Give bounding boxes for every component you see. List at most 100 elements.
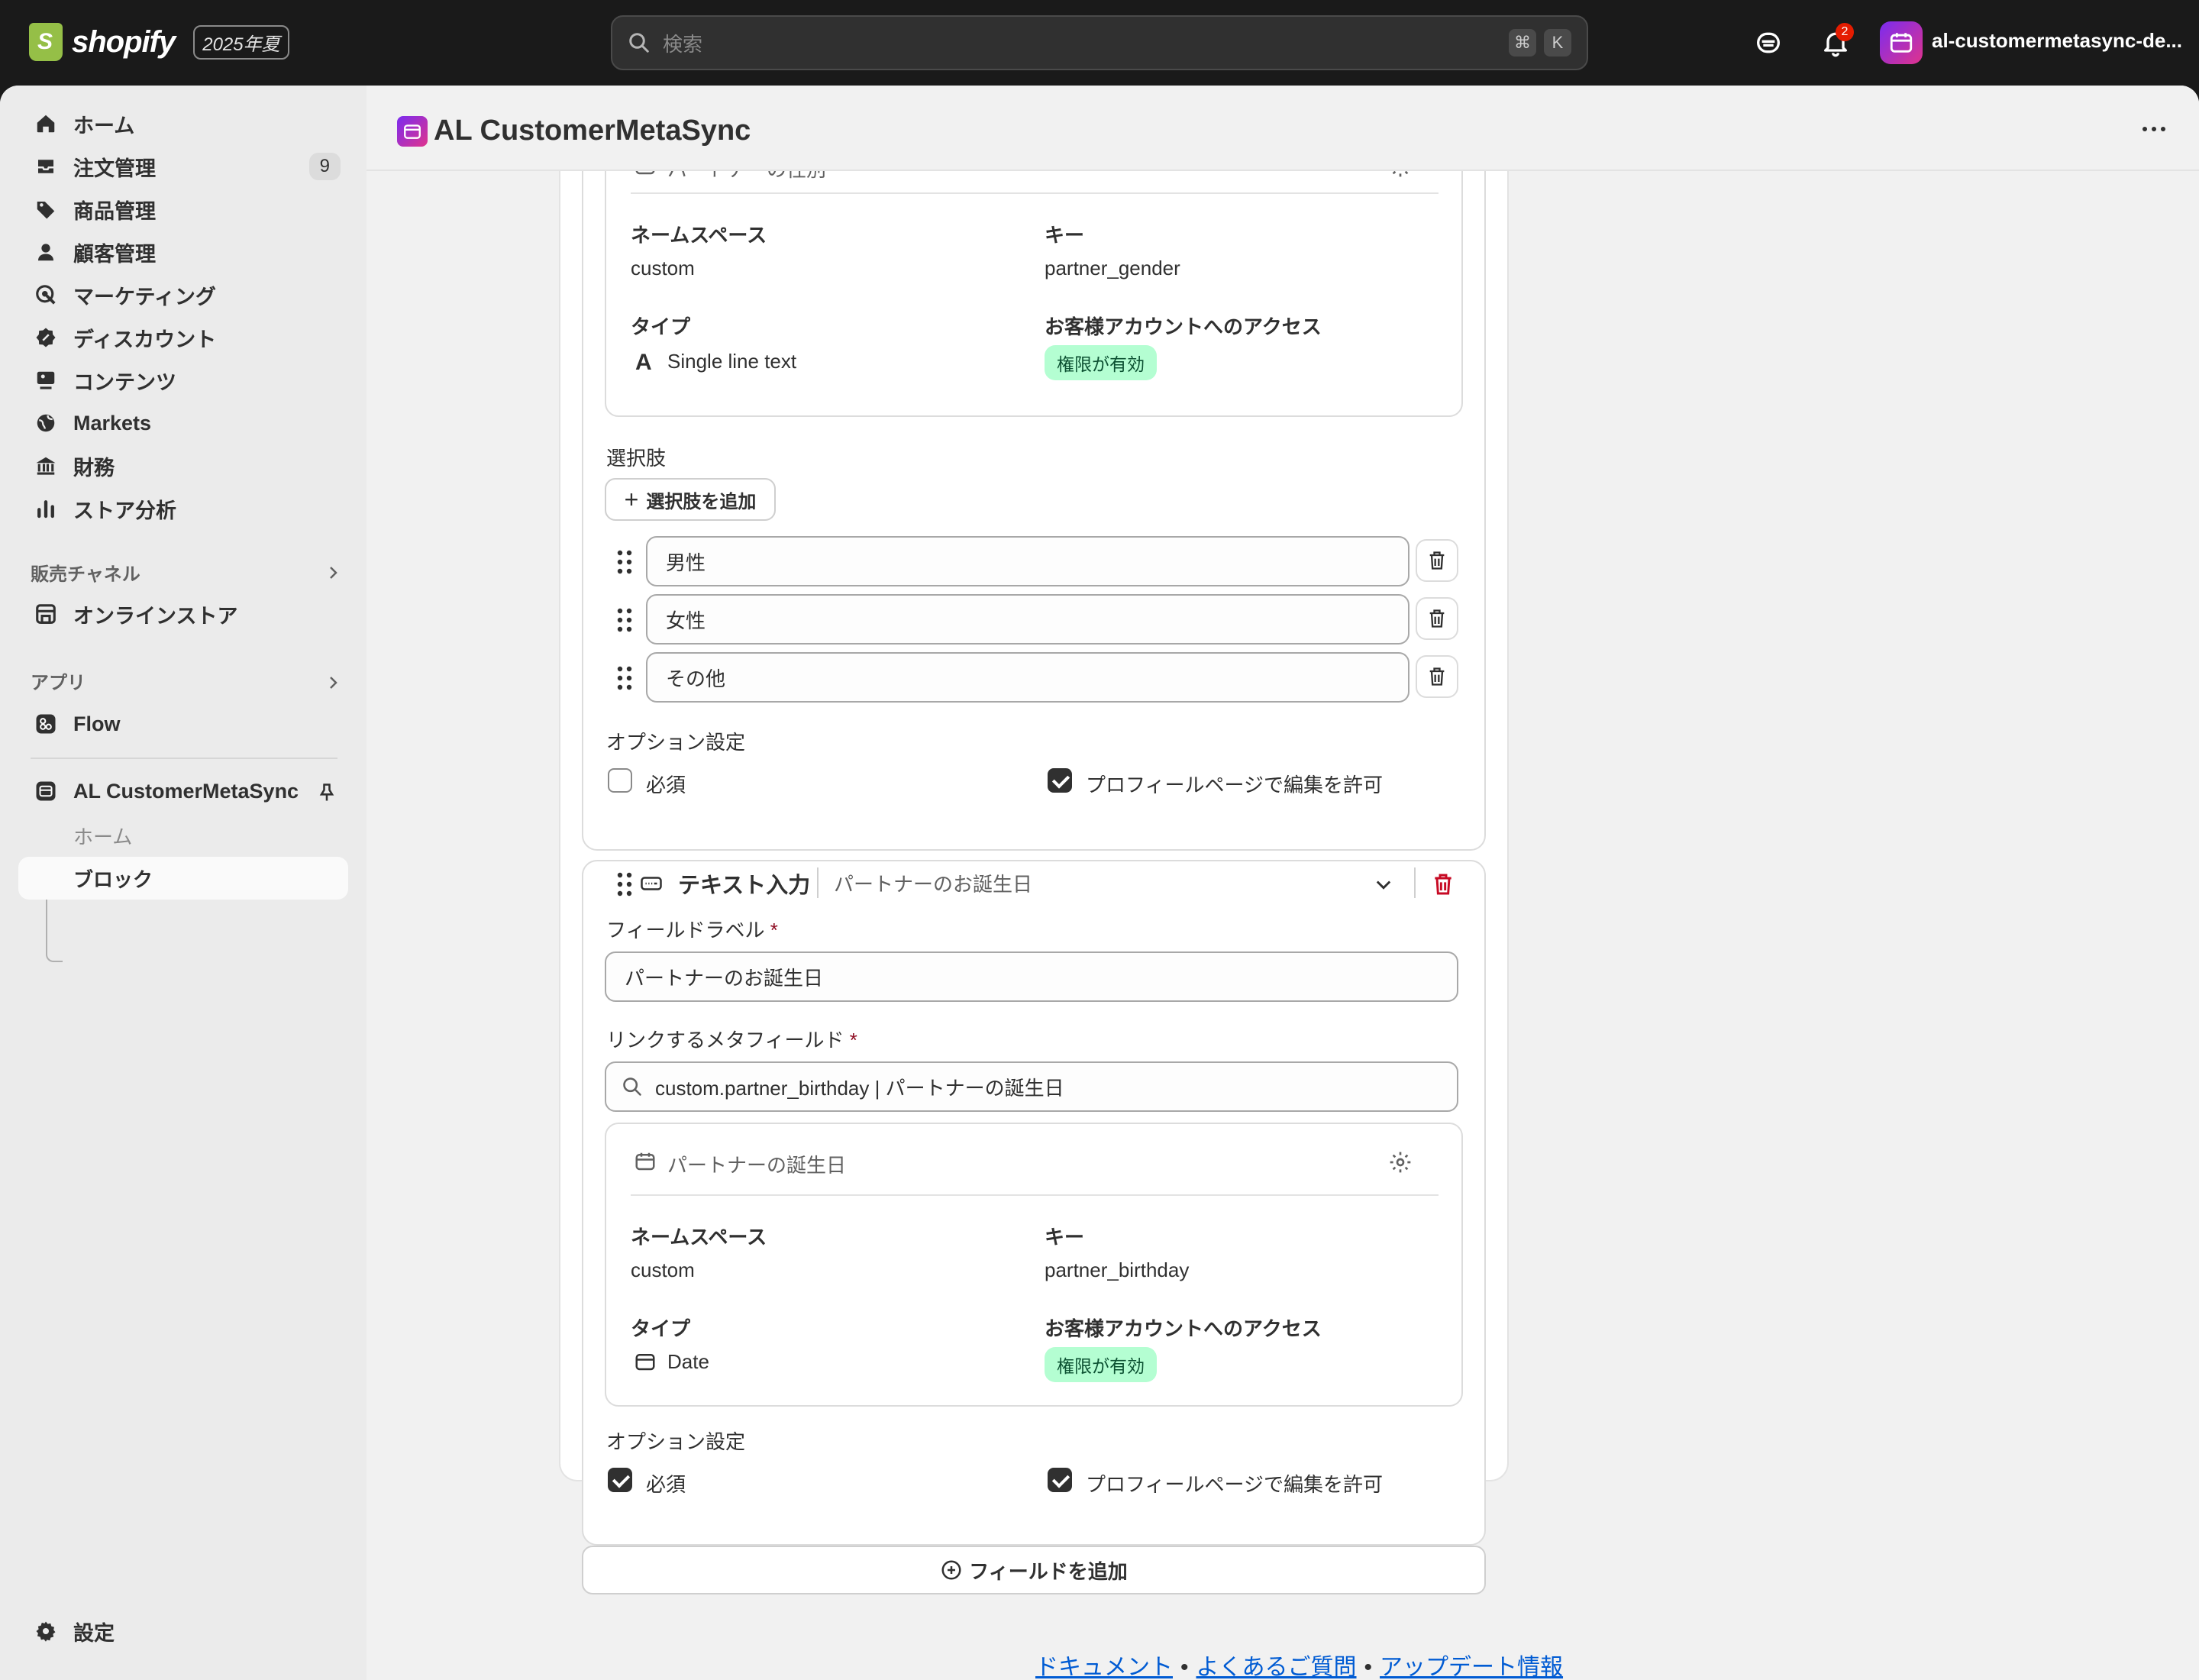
- sidebar-item-label: 注文管理: [73, 157, 156, 180]
- store-avatar[interactable]: [1880, 21, 1923, 64]
- delete-choice-button[interactable]: [1416, 655, 1458, 698]
- drag-handle-icon[interactable]: [615, 871, 634, 898]
- key-value: partner_birthday: [1045, 1258, 1190, 1281]
- metafield-search-input[interactable]: custom.partner_birthday | パートナーの誕生日: [605, 1061, 1458, 1112]
- sidebar-item-al-customermetasync[interactable]: AL CustomerMetaSync: [18, 771, 347, 811]
- sidebar-subitem-blocks[interactable]: ブロック: [73, 864, 153, 893]
- search-icon: [629, 33, 649, 53]
- footer-links: ドキュメント • よくあるご質問 • アップデート情報: [1035, 1648, 1563, 1680]
- sidebar-item-online-store[interactable]: オンラインストア: [18, 594, 347, 634]
- type-value: Single line text: [667, 350, 797, 373]
- namespace-label: ネームスペース: [631, 224, 767, 247]
- faq-link[interactable]: よくあるご質問: [1196, 1655, 1357, 1680]
- gear-icon[interactable]: [1388, 1150, 1413, 1174]
- options-label: オプション設定: [606, 1430, 746, 1453]
- search-placeholder: 検索: [663, 32, 703, 56]
- edition-badge: 2025年夏: [193, 24, 289, 60]
- title-divider: [817, 867, 819, 898]
- pin-icon[interactable]: [316, 782, 337, 803]
- bullet-separator: •: [1364, 1655, 1373, 1680]
- sidebar-item-label: 顧客管理: [73, 242, 156, 266]
- add-field-button[interactable]: フィールドを追加: [582, 1546, 1486, 1594]
- sidebar-item-label: Flow: [73, 712, 121, 735]
- drag-handle-icon[interactable]: [615, 606, 634, 634]
- drag-handle-icon[interactable]: [615, 664, 634, 692]
- page-title: AL CustomerMetaSync: [434, 115, 751, 147]
- namespace-label: ネームスペース: [631, 1226, 767, 1249]
- shortcut-k-key: K: [1544, 29, 1571, 57]
- block-subtitle: パートナーのお誕生日: [834, 873, 1033, 896]
- bank-icon: [34, 454, 58, 478]
- sidebar-item-settings[interactable]: 設定: [18, 1611, 347, 1651]
- add-choice-button[interactable]: + 選択肢を追加: [605, 478, 776, 521]
- search-icon: [623, 1077, 641, 1096]
- delete-choice-button[interactable]: [1416, 597, 1458, 640]
- sidebar-item-label: 財務: [73, 456, 115, 480]
- chevron-right-icon[interactable]: [324, 564, 342, 582]
- choice-input-2[interactable]: 女性: [646, 594, 1409, 645]
- sidebar-item-content[interactable]: コンテンツ: [18, 360, 347, 400]
- sidebar-item-customers[interactable]: 顧客管理: [18, 232, 347, 272]
- shortcut-cmd-key: ⌘: [1509, 29, 1536, 57]
- metafield-search-value: custom.partner_birthday | パートナーの誕生日: [655, 1076, 1064, 1100]
- sidebar-item-discounts[interactable]: ディスカウント: [18, 318, 347, 357]
- app-icon: [397, 116, 428, 147]
- shopify-logo[interactable]: shopify 2025年夏: [29, 23, 289, 61]
- trash-icon: [1429, 609, 1445, 628]
- access-label: お客様アカウントへのアクセス: [1045, 315, 1322, 338]
- sidebar-item-flow[interactable]: Flow: [18, 704, 347, 744]
- namespace-value: custom: [631, 1258, 695, 1281]
- sidebar-item-finance[interactable]: 財務: [18, 446, 347, 486]
- global-search[interactable]: 検索 ⌘ K: [611, 15, 1588, 70]
- sidebar-item-orders[interactable]: 注文管理 9: [18, 147, 347, 186]
- access-status-badge: 権限が有効: [1045, 1347, 1157, 1382]
- metafield-title: パートナーの誕生日: [667, 1154, 847, 1177]
- sidebar-subitem-home[interactable]: ホーム: [73, 822, 132, 850]
- type-value: Date: [667, 1350, 709, 1373]
- trash-icon[interactable]: [1431, 872, 1455, 897]
- header-divider: [1414, 867, 1416, 898]
- bullet-separator: •: [1180, 1655, 1189, 1680]
- sidebar-subitem-selected-bg: [18, 857, 348, 900]
- updates-link[interactable]: アップデート情報: [1380, 1655, 1563, 1680]
- top-bar: shopify 2025年夏 検索 ⌘ K 2 al-customermetas…: [0, 0, 2199, 86]
- sidebar-item-marketing[interactable]: マーケティング: [18, 275, 347, 315]
- docs-link[interactable]: ドキュメント: [1035, 1655, 1173, 1680]
- store-name[interactable]: al-customermetasync-de...: [1932, 29, 2182, 53]
- access-status-badge: 権限が有効: [1045, 345, 1157, 380]
- required-checkbox[interactable]: [608, 768, 632, 793]
- chevron-down-icon[interactable]: [1373, 874, 1394, 895]
- sidebar-item-label: Markets: [73, 411, 152, 435]
- sidebar-item-home[interactable]: ホーム: [18, 104, 347, 144]
- sidebar-item-markets[interactable]: Markets: [18, 403, 347, 443]
- shopify-bag-icon: [29, 23, 63, 61]
- drag-handle-icon[interactable]: [615, 548, 634, 576]
- allow-edit-checkbox[interactable]: [1048, 1468, 1072, 1492]
- calendar-app-icon: [1890, 33, 1913, 53]
- sidebar-item-label: 商品管理: [73, 199, 156, 223]
- delete-choice-button[interactable]: [1416, 539, 1458, 582]
- notification-count-badge: 2: [1836, 23, 1854, 41]
- allow-edit-checkbox[interactable]: [1048, 768, 1072, 793]
- type-label: タイプ: [631, 315, 691, 338]
- calendar-icon: [635, 1354, 655, 1371]
- more-actions-icon[interactable]: [2142, 127, 2165, 131]
- add-field-label: フィールドを追加: [969, 1559, 1128, 1583]
- required-checkbox[interactable]: [608, 1468, 632, 1492]
- sidekick-icon[interactable]: [1753, 27, 1784, 58]
- calendar-icon: [635, 1152, 655, 1171]
- app-shell: ホーム 注文管理 9 商品管理 顧客管理 マーケティング ディスカウント コンテ…: [0, 86, 2199, 1680]
- gear-icon: [34, 1619, 58, 1643]
- calendar-app-icon: [34, 779, 58, 803]
- choice-input-1[interactable]: 男性: [646, 536, 1409, 586]
- metafield-card-birthday: パートナーの誕生日 ネームスペース custom キー partner_birt…: [605, 1123, 1463, 1407]
- add-choice-label: 選択肢を追加: [646, 491, 757, 512]
- choices-label: 選択肢: [606, 447, 667, 470]
- text-type-icon: A: [635, 350, 652, 375]
- sidebar-item-analytics[interactable]: ストア分析: [18, 489, 347, 528]
- sales-channels-label: 販売チャネル: [31, 564, 140, 585]
- field-label-input[interactable]: パートナーのお誕生日: [605, 951, 1458, 1002]
- chevron-right-icon[interactable]: [324, 674, 342, 692]
- sidebar-item-products[interactable]: 商品管理: [18, 189, 347, 229]
- choice-input-3[interactable]: その他: [646, 652, 1409, 703]
